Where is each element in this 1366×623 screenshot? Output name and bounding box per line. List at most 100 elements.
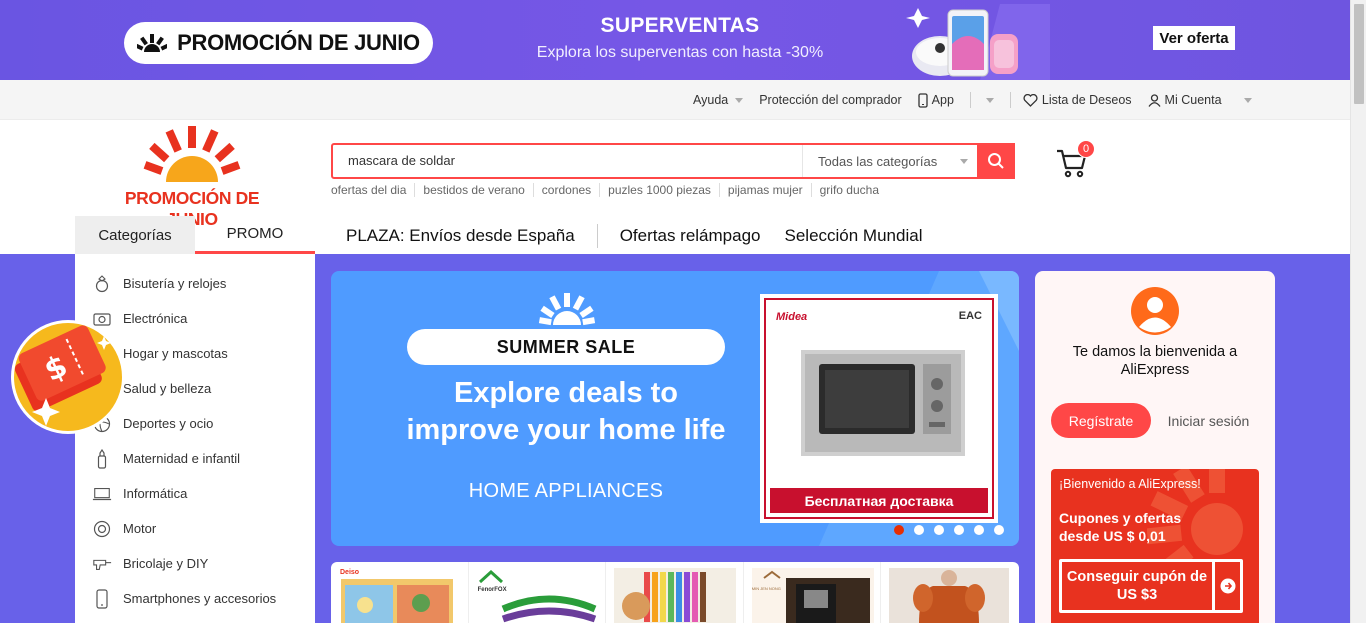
products-illustration-icon xyxy=(906,4,1050,80)
language-dropdown[interactable] xyxy=(983,97,994,103)
app-link[interactable]: App xyxy=(918,92,954,108)
heart-icon xyxy=(1023,93,1038,107)
hero-headline: Explore deals to improve your home life xyxy=(361,375,771,449)
get-coupon-button[interactable]: Conseguir cupón de US $3 xyxy=(1059,559,1243,613)
drill-icon xyxy=(92,554,112,574)
colored-pencils-image xyxy=(614,568,737,623)
sidebar-item-label: Hogar y mascotas xyxy=(123,346,228,361)
search-input[interactable]: mascara de soldar xyxy=(348,145,455,177)
welcome-card: Te damos la bienvenida a AliExpress Regí… xyxy=(1035,271,1275,623)
carousel-dot[interactable] xyxy=(934,525,944,535)
product-thumbnail[interactable] xyxy=(606,562,744,623)
banner-subtitle: Explora los superventas con hasta -30% xyxy=(536,44,824,61)
hot-search-link[interactable]: pijamas mujer xyxy=(720,183,812,197)
coupon-title: Cupones y ofertas desde US $ 0,01 xyxy=(1059,510,1182,544)
top-promo-banner[interactable]: PROMOCIÓN DE JUNIO SUPERVENTAS Explora l… xyxy=(0,0,1350,80)
product-thumbnail[interactable]: FenorFOX xyxy=(469,562,607,623)
category-select[interactable]: Todas las categorías xyxy=(802,145,977,177)
nav-seleccion-mundial[interactable]: Selección Mundial xyxy=(785,226,923,246)
nav-ofertas-relampago[interactable]: Ofertas relámpago xyxy=(620,226,761,246)
avatar-icon xyxy=(1131,287,1179,335)
chevron-down-icon xyxy=(1243,97,1252,103)
summer-sale-pill: SUMMER SALE xyxy=(407,329,725,365)
sidebar-item-computers[interactable]: Informática xyxy=(75,476,315,511)
account-label: Mi Cuenta xyxy=(1164,93,1222,107)
product-thumbnail[interactable]: MIN JEN NONG xyxy=(744,562,882,623)
hot-search-link[interactable]: bestidos de verano xyxy=(415,183,534,197)
hero-headline-line2: improve your home life xyxy=(406,414,726,446)
search-button[interactable] xyxy=(977,143,1015,179)
blouse-image xyxy=(889,568,1010,623)
hero-carousel[interactable]: SUMMER SALE Explore deals to improve you… xyxy=(331,271,1019,546)
carousel-dot[interactable] xyxy=(974,525,984,535)
promo-label: PROMOCIÓN DE JUNIO xyxy=(177,30,420,55)
floating-coupon-icon[interactable]: $ xyxy=(6,314,126,436)
page-scrollbar[interactable] xyxy=(1350,0,1366,623)
mobile-phone-icon xyxy=(918,92,928,108)
utility-bar: Ayuda Protección del comprador App Lista… xyxy=(0,80,1350,120)
register-button[interactable]: Regístrate xyxy=(1051,403,1151,438)
ver-oferta-button[interactable]: Ver oferta xyxy=(1153,26,1235,50)
tab-promo[interactable]: PROMO xyxy=(195,216,315,254)
sidebar-item-label: Maternidad e infantil xyxy=(123,451,241,466)
account-menu[interactable]: Mi Cuenta xyxy=(1148,93,1252,107)
hot-search-link[interactable]: cordones xyxy=(534,183,601,197)
divider xyxy=(596,224,598,248)
arrow-right-icon xyxy=(1215,562,1240,610)
buyer-protection-link[interactable]: Protección del comprador xyxy=(759,93,901,107)
carousel-dot[interactable] xyxy=(914,525,924,535)
nav-plaza[interactable]: PLAZA: Envíos desde España xyxy=(346,226,575,246)
wishlist-link[interactable]: Lista de Deseos xyxy=(1023,93,1132,107)
chevron-down-icon xyxy=(735,97,744,103)
welcome-greeting: Te damos la bienvenida a AliExpress xyxy=(1072,344,1238,378)
product-thumbnail[interactable]: Deiso xyxy=(331,562,469,623)
carousel-dots xyxy=(894,525,1004,535)
carousel-dot[interactable] xyxy=(994,525,1004,535)
thumbnail-brand: Deiso xyxy=(340,569,360,576)
site-logo[interactable]: PROMOCIÓN DE JUNIO xyxy=(100,124,284,229)
product-thumbnail[interactable] xyxy=(881,562,1019,623)
hot-search-link[interactable]: ofertas del dia xyxy=(331,183,416,197)
ring-icon xyxy=(92,274,112,294)
sidebar-item-label: Deportes y ocio xyxy=(123,416,214,431)
sidebar-item-label: Salud y belleza xyxy=(123,381,212,396)
banner-text: SUPERVENTAS Explora los superventas con … xyxy=(520,14,840,62)
search-icon xyxy=(988,153,1004,169)
sidebar-item-label: Motor xyxy=(123,521,157,536)
utility-links: Ayuda Protección del comprador App Lista… xyxy=(693,80,1268,120)
scrollbar-thumb[interactable] xyxy=(1354,4,1364,104)
cart-button[interactable]: 0 xyxy=(1055,140,1095,180)
divider xyxy=(1009,92,1011,108)
cart-count-badge: 0 xyxy=(1077,140,1095,158)
sidebar-item-diy[interactable]: Bricolaje y DIY xyxy=(75,546,315,581)
sidebar-item-smartphones[interactable]: Smartphones y accesorios xyxy=(75,581,315,616)
help-label: Ayuda xyxy=(693,93,729,107)
get-coupon-label: Conseguir cupón de US $3 xyxy=(1062,562,1212,610)
sidebar-item-motor[interactable]: Motor xyxy=(75,511,315,546)
category-select-label: Todas las categorías xyxy=(818,153,938,169)
chevron-down-icon xyxy=(960,158,969,164)
sidebar-item-maternity[interactable]: Maternidad e infantil xyxy=(75,441,315,476)
carousel-dot[interactable] xyxy=(954,525,964,535)
product-certification: EAC xyxy=(958,310,982,322)
search-bar: mascara de soldar Todas las categorías xyxy=(331,143,1015,179)
tab-categories[interactable]: Categorías xyxy=(75,216,195,254)
carousel-dot[interactable] xyxy=(894,525,904,535)
hot-search-link[interactable]: puzles 1000 piezas xyxy=(600,183,720,197)
category-sidebar: Bisutería y relojes Electrónica Hogar y … xyxy=(75,254,315,623)
login-button[interactable]: Iniciar sesión xyxy=(1155,403,1262,438)
resistance-bands-image xyxy=(501,595,596,623)
hot-search-link[interactable]: grifo ducha xyxy=(812,183,887,197)
coupon-promo[interactable]: ¡Bienvenido a AliExpress! Cupones y ofer… xyxy=(1051,469,1259,623)
divider xyxy=(969,92,971,108)
sidebar-item-label: Informática xyxy=(123,486,188,501)
product-card[interactable]: Midea EAC Бесплатная доставка xyxy=(764,298,994,519)
puzzle-image xyxy=(341,579,453,623)
sidebar-item-label: Bricolaje y DIY xyxy=(123,556,209,571)
sun-logo-icon xyxy=(538,293,596,326)
help-menu[interactable]: Ayuda xyxy=(693,93,744,107)
user-icon xyxy=(1148,93,1161,107)
hero-headline-line1: Explore deals to xyxy=(453,377,678,409)
sidebar-item-jewelry[interactable]: Bisutería y relojes xyxy=(75,266,315,301)
baby-bottle-icon xyxy=(92,448,112,469)
